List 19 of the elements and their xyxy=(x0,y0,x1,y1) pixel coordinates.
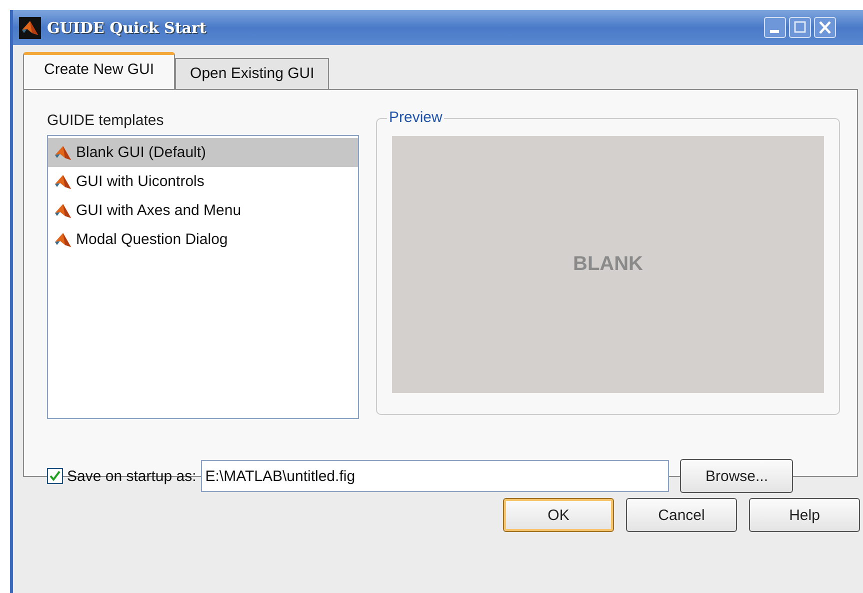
template-item[interactable]: GUI with Uicontrols xyxy=(48,167,358,196)
template-item[interactable]: Modal Question Dialog xyxy=(48,225,358,254)
browse-button[interactable]: Browse... xyxy=(680,459,794,493)
templates-label: GUIDE templates xyxy=(47,112,165,129)
preview-text: BLANK xyxy=(573,253,643,276)
dialog-button[interactable]: Help xyxy=(749,498,860,532)
tab[interactable]: Open Existing GUI xyxy=(175,58,330,89)
template-label: GUI with Axes and Menu xyxy=(76,202,242,219)
template-item[interactable]: Blank GUI (Default) xyxy=(48,138,358,167)
template-label: Blank GUI (Default) xyxy=(76,144,206,161)
template-item[interactable]: GUI with Axes and Menu xyxy=(48,196,358,225)
template-label: GUI with Uicontrols xyxy=(76,173,204,190)
dialog-button[interactable]: Cancel xyxy=(626,498,737,532)
dialog-button[interactable]: OK xyxy=(503,498,614,532)
window-title: GUIDE Quick Start xyxy=(47,18,206,36)
file-path-field[interactable]: E:\MATLAB\untitled.fig xyxy=(201,460,670,492)
template-label: Modal Question Dialog xyxy=(76,231,228,248)
tab[interactable]: Create New GUI xyxy=(23,52,176,89)
save-label: Save on startup as: xyxy=(67,468,196,484)
